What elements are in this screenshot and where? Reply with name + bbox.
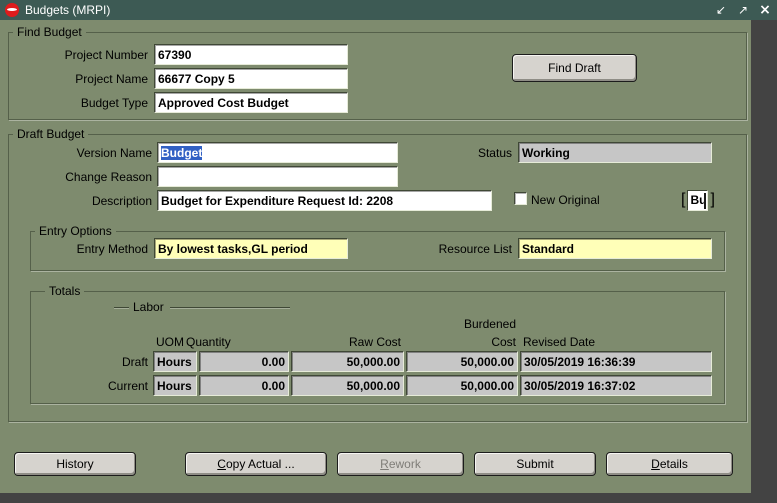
burdened-header: Burdened (463, 317, 516, 331)
uom-header: UOM (156, 335, 184, 349)
window-title: Budgets (MRPI) (25, 3, 111, 17)
clipped-budget-button[interactable]: Bu (681, 189, 715, 211)
labor-label: Labor (133, 300, 164, 314)
project-name-label: Project Name (75, 72, 148, 86)
current-raw-cost-field: 50,000.00 (291, 375, 404, 396)
budget-type-field[interactable]: Approved Cost Budget (154, 92, 348, 113)
draft-revised-date-field: 30/05/2019 16:36:39 (520, 351, 712, 372)
new-original-checkbox[interactable] (514, 192, 527, 205)
copy-actual-button[interactable]: Copy Actual ... (185, 452, 327, 476)
submit-button[interactable]: Submit (474, 452, 596, 476)
close-icon[interactable]: × (758, 2, 772, 18)
draft-raw-cost-field: 50,000.00 (291, 351, 404, 372)
resource-list-field[interactable]: Standard (518, 238, 712, 259)
details-button[interactable]: Details (606, 452, 733, 476)
quantity-header: Quantity (186, 335, 231, 349)
new-original-label: New Original (531, 193, 600, 207)
current-revised-date-field: 30/05/2019 16:37:02 (520, 375, 712, 396)
entry-method-label: Entry Method (76, 242, 148, 256)
oracle-logo-icon[interactable] (5, 3, 19, 17)
current-row-label: Current (107, 379, 148, 393)
current-uom-field: Hours (153, 375, 197, 396)
draft-uom-field: Hours (153, 351, 197, 372)
draft-burdened-cost-field: 50,000.00 (406, 351, 518, 372)
revised-date-header: Revised Date (523, 335, 596, 349)
find-budget-legend: Find Budget (13, 25, 86, 39)
find-draft-button[interactable]: Find Draft (512, 54, 637, 82)
project-name-field[interactable]: 66677 Copy 5 (154, 68, 348, 89)
project-number-field[interactable]: 67390 (154, 44, 348, 65)
draft-quantity-field: 0.00 (199, 351, 289, 372)
entry-method-field[interactable]: By lowest tasks,GL period (154, 238, 348, 259)
maximize-icon[interactable]: ↗ (736, 3, 750, 17)
status-field: Working (518, 142, 712, 163)
restore-icon[interactable]: ↙ (714, 3, 728, 17)
version-name-field[interactable]: Budget (157, 142, 398, 163)
current-quantity-field: 0.00 (199, 375, 289, 396)
entry-options-legend: Entry Options (35, 224, 116, 238)
title-bar: Budgets (MRPI) ↙ ↗ × (0, 0, 777, 20)
text-cursor (704, 192, 707, 209)
totals-legend: Totals (45, 284, 85, 298)
change-reason-field[interactable] (157, 166, 398, 187)
version-name-label: Version Name (76, 146, 152, 160)
draft-budget-legend: Draft Budget (13, 127, 89, 141)
labor-line-right (170, 307, 290, 308)
history-button[interactable]: History (14, 452, 136, 476)
status-label: Status (477, 146, 512, 160)
cost-header: Cost (491, 335, 516, 349)
description-field[interactable]: Budget for Expenditure Request Id: 2208 (157, 190, 492, 211)
rework-button: Rework (337, 452, 464, 476)
version-name-selection: Budget (161, 145, 203, 160)
description-label: Description (91, 194, 152, 208)
resource-list-label: Resource List (438, 242, 512, 256)
current-burdened-cost-field: 50,000.00 (406, 375, 518, 396)
window-controls: ↙ ↗ × (714, 2, 772, 18)
raw-cost-header: Raw Cost (348, 335, 401, 349)
change-reason-label: Change Reason (65, 170, 152, 184)
application-window: Budgets (MRPI) ↙ ↗ × Find Budget Project… (0, 0, 777, 503)
project-number-label: Project Number (64, 48, 148, 62)
labor-line-left (114, 307, 129, 308)
budget-type-label: Budget Type (80, 96, 148, 110)
draft-row-label: Draft (121, 355, 148, 369)
